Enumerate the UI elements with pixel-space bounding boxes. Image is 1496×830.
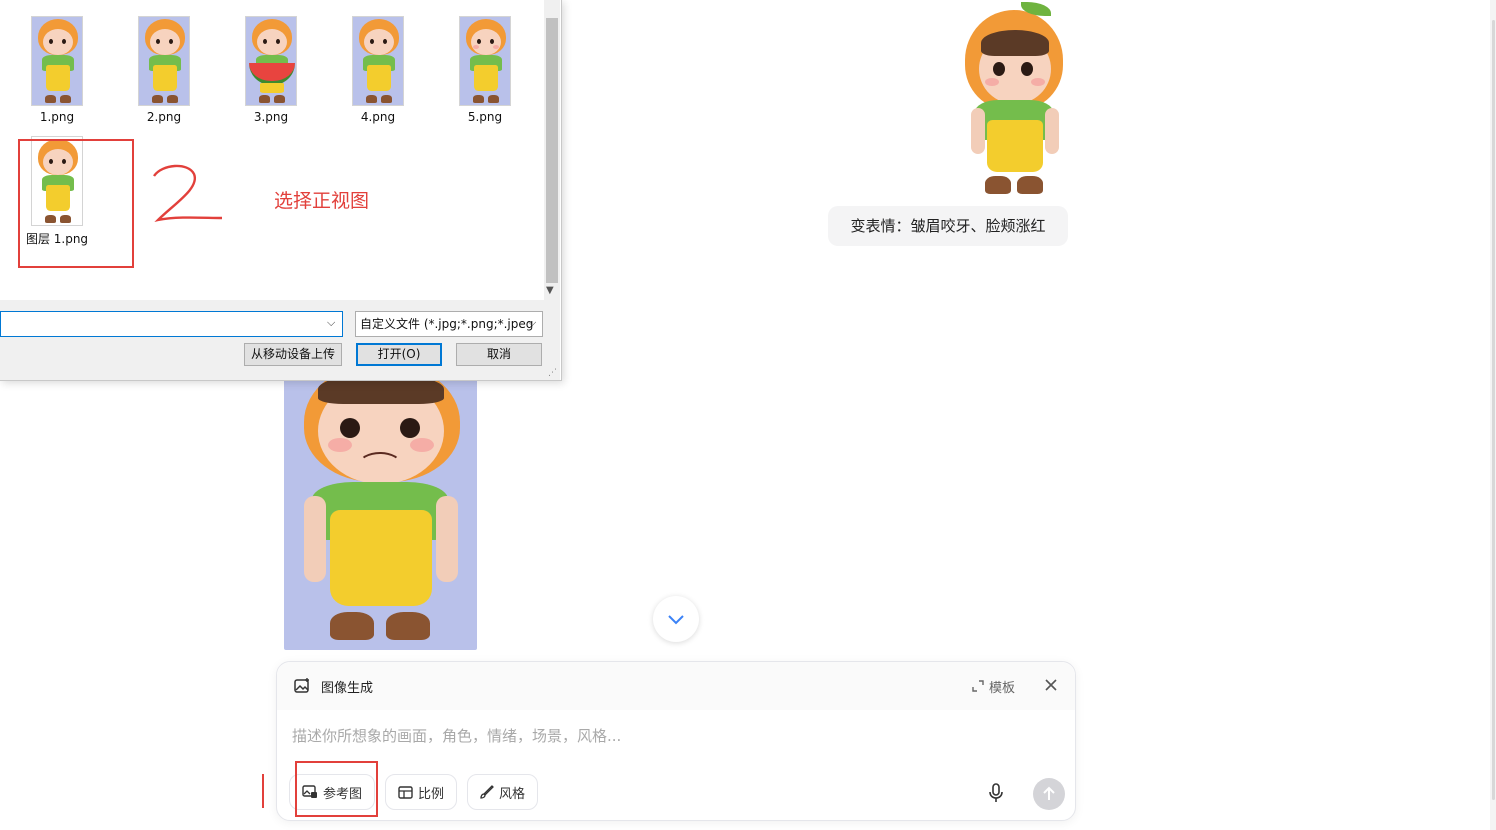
prompt-input[interactable] [292, 724, 1052, 748]
page-scrollbar-thumb[interactable] [1492, 20, 1495, 800]
file-thumbnail [459, 16, 511, 106]
microphone-icon[interactable] [987, 782, 1005, 804]
file-item[interactable]: 1.png [17, 16, 97, 124]
close-composer-button[interactable] [1041, 675, 1061, 695]
file-item[interactable]: 2.png [124, 16, 204, 124]
file-item[interactable]: 5.png [445, 16, 525, 124]
aspect-ratio-icon [398, 785, 413, 799]
close-icon [1045, 679, 1057, 691]
aspect-ratio-label: 比例 [418, 786, 445, 802]
file-item[interactable]: 4.png [338, 16, 418, 124]
chevron-down-icon[interactable]: ⌵ [327, 316, 335, 330]
arrow-up-icon [1043, 786, 1055, 800]
annotation-marker-line [262, 774, 264, 808]
template-button[interactable]: 模板 [971, 676, 1015, 696]
image-generate-icon [294, 678, 309, 693]
chevron-down-icon [668, 615, 684, 625]
generated-image-angry[interactable] [284, 372, 477, 650]
open-button[interactable]: 打开(O) [356, 343, 442, 366]
file-thumbnail [31, 16, 83, 106]
file-thumbnail [138, 16, 190, 106]
composer-title: 图像生成 [321, 681, 374, 696]
file-thumbnail [352, 16, 404, 106]
brush-icon [480, 785, 494, 799]
file-type-filter[interactable]: 自定义文件 (*.jpg;*.png;*.jpeg [355, 311, 543, 337]
file-thumbnail [245, 16, 297, 106]
file-name-input[interactable] [0, 311, 343, 337]
composer-header: 图像生成 模板 [277, 662, 1075, 710]
annotation-box-front-view [18, 139, 134, 268]
file-name: 2.png [146, 110, 182, 124]
cancel-button[interactable]: 取消 [456, 343, 542, 366]
file-name: 1.png [39, 110, 75, 124]
upload-from-mobile-button[interactable]: 从移动设备上传 [244, 343, 342, 366]
chevron-down-icon[interactable]: ⌵ [528, 316, 536, 330]
send-button[interactable] [1033, 778, 1065, 810]
annotation-step-number [153, 164, 223, 222]
file-item[interactable]: 3.png [231, 16, 311, 124]
user-message-bubble: 变表情：皱眉咬牙、脸颊涨红 [828, 206, 1068, 246]
scroll-down-arrow-icon[interactable]: ▼ [546, 285, 554, 296]
style-button[interactable]: 风格 [467, 774, 539, 810]
resize-grip-icon[interactable]: ⋰ [548, 368, 557, 378]
file-name: 4.png [360, 110, 396, 124]
annotation-box-reference-image [295, 761, 378, 817]
expand-icon [972, 680, 984, 692]
style-label: 风格 [499, 786, 526, 802]
file-name: 5.png [467, 110, 503, 124]
file-list-scrollbar-thumb[interactable] [546, 18, 558, 283]
image-generation-composer: 图像生成 模板 参考图 [276, 661, 1076, 821]
previous-generated-image[interactable] [955, 0, 1075, 200]
file-name: 3.png [253, 110, 289, 124]
annotation-select-front-view: 选择正视图 [274, 190, 370, 212]
aspect-ratio-button[interactable]: 比例 [385, 774, 458, 810]
scroll-to-bottom-button[interactable] [653, 596, 699, 642]
template-label: 模板 [989, 680, 1016, 696]
